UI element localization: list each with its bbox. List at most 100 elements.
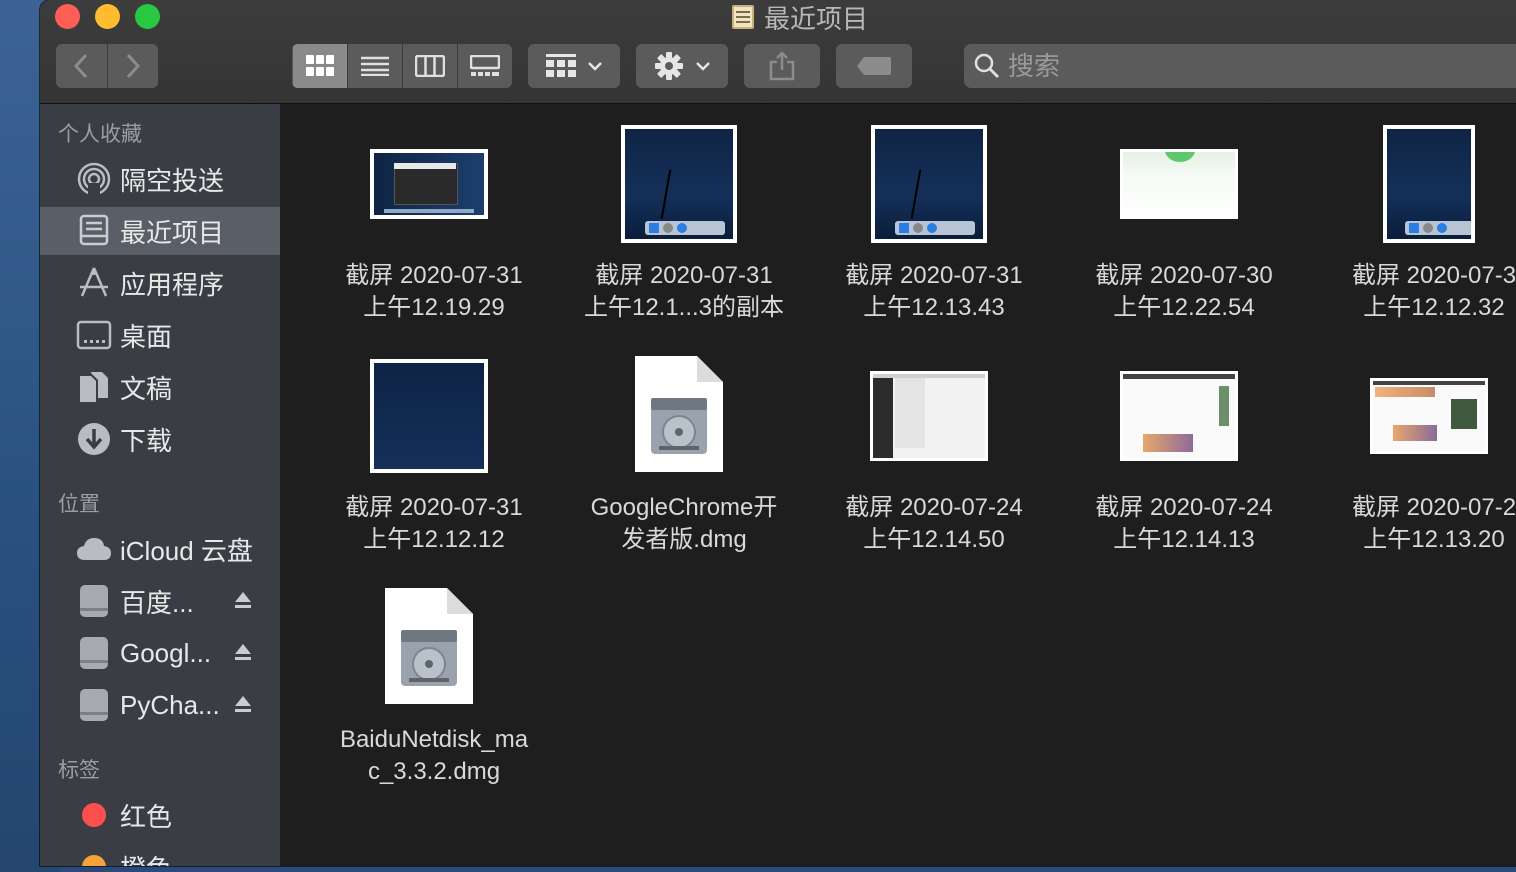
- group-grid-icon: [546, 54, 576, 77]
- chevron-right-icon: [126, 53, 140, 79]
- back-button[interactable]: [56, 44, 108, 88]
- file-thumbnail: [1309, 356, 1516, 476]
- list-view-button[interactable]: [348, 44, 403, 88]
- sidebar-section-tags: 标签: [58, 759, 100, 782]
- columns-icon: [414, 55, 445, 77]
- file-name: 截屏 2020-07-3 上午12.12.32: [1351, 262, 1516, 321]
- file-name: 截屏 2020-07-2 上午12.13.20: [1351, 494, 1516, 553]
- close-button[interactable]: [55, 4, 80, 29]
- applications-icon: [76, 265, 112, 301]
- tag-dot-icon: [76, 797, 112, 833]
- file-grid: 截屏 2020-07-31 上午12.19.29 截屏 2020-07-31 上…: [283, 104, 1516, 866]
- sidebar-item-pycharm-disk[interactable]: PyCha...: [40, 681, 280, 729]
- sidebar-item-downloads[interactable]: 下载: [40, 415, 280, 463]
- forward-button[interactable]: [108, 44, 159, 88]
- chevron-down-icon: [696, 62, 710, 71]
- eject-icon[interactable]: [234, 591, 252, 611]
- file-name: 截屏 2020-07-31 上午12.13.43: [845, 262, 1023, 321]
- gallery-view-button[interactable]: [458, 44, 512, 88]
- file-name: 截屏 2020-07-24 上午12.14.13: [1095, 494, 1273, 553]
- file-name: BaiduNetdisk_ma c_3.3.2.dmg: [339, 726, 529, 785]
- file-name: 截屏 2020-07-24 上午12.14.50: [845, 494, 1023, 553]
- list-icon: [360, 56, 389, 76]
- file-thumbnail: [809, 356, 1049, 476]
- share-button[interactable]: [744, 44, 820, 88]
- zoom-button[interactable]: [135, 4, 160, 29]
- chevron-down-icon: [588, 62, 602, 71]
- tag-dot-icon: [76, 849, 112, 866]
- file-name: GoogleChrome开 发者版.dmg: [590, 494, 778, 553]
- file-thumbnail: [559, 124, 799, 244]
- downloads-icon: [76, 421, 112, 457]
- disk-icon: [76, 687, 112, 723]
- dmg-file-icon: [559, 352, 799, 476]
- file-thumbnail: [809, 124, 1049, 244]
- sidebar-item-desktop[interactable]: 桌面: [40, 311, 280, 359]
- sidebar-item-label: iCloud 云盘: [120, 535, 253, 566]
- tag-icon: [857, 57, 891, 75]
- disk-icon: [76, 635, 112, 671]
- toolbar: 最近项目: [40, 0, 1516, 104]
- grid-icon: [305, 55, 334, 76]
- file-thumbnail: [1059, 124, 1299, 244]
- sidebar-item-tag-orange[interactable]: 橙色: [40, 843, 280, 866]
- sidebar-item-icloud[interactable]: iCloud 云盘: [40, 525, 280, 573]
- sidebar-item-label: 下载: [120, 425, 173, 456]
- tags-button[interactable]: [836, 44, 912, 88]
- file-name: 截屏 2020-07-31 上午12.1...3的副本: [583, 262, 785, 321]
- sidebar-section-favorites: 个人收藏: [58, 123, 142, 146]
- recents-icon: [732, 5, 754, 29]
- recents-icon: [76, 213, 112, 249]
- nav-buttons: [56, 44, 158, 88]
- disk-icon: [76, 583, 112, 619]
- file-thumbnail: [309, 124, 549, 244]
- gallery-icon: [469, 55, 500, 76]
- sidebar-item-applications[interactable]: 应用程序: [40, 259, 280, 307]
- group-button[interactable]: [528, 44, 620, 88]
- chevron-left-icon: [74, 53, 88, 79]
- sidebar-item-label: 橙色: [120, 849, 172, 867]
- file-thumbnail: [1309, 124, 1516, 244]
- sidebar-item-label: 最近项目: [120, 217, 225, 248]
- finder-window: 最近项目 搜索 个人收藏 隔空投送 最近项目 应用程序 桌面 文稿 下载 位置 …: [40, 0, 1516, 866]
- sidebar-item-label: 百度...: [120, 587, 194, 618]
- sidebar: 个人收藏 隔空投送 最近项目 应用程序 桌面 文稿 下载 位置 iCloud 云…: [40, 104, 280, 866]
- sidebar-item-google-disk[interactable]: Googl...: [40, 629, 280, 677]
- sidebar-section-locations: 位置: [58, 493, 100, 516]
- sidebar-item-label: 桌面: [120, 321, 173, 352]
- file-name: 截屏 2020-07-31 上午12.19.29: [345, 262, 523, 321]
- sidebar-item-recents[interactable]: 最近项目: [40, 207, 280, 255]
- desktop-icon: [76, 317, 112, 353]
- sidebar-item-label: PyCha...: [120, 689, 220, 720]
- file-thumbnail: [309, 356, 549, 476]
- sidebar-item-documents[interactable]: 文稿: [40, 363, 280, 411]
- minimize-button[interactable]: [95, 4, 120, 29]
- sidebar-item-airdrop[interactable]: 隔空投送: [40, 155, 280, 203]
- eject-icon[interactable]: [234, 643, 252, 663]
- action-button[interactable]: [636, 44, 728, 88]
- file-name: 截屏 2020-07-31 上午12.12.12: [345, 494, 523, 553]
- eject-icon[interactable]: [234, 695, 252, 715]
- search-field[interactable]: [964, 44, 1516, 88]
- sidebar-item-label: Googl...: [120, 637, 212, 668]
- file-name: 截屏 2020-07-30 上午12.22.54: [1095, 262, 1273, 321]
- search-icon: [974, 53, 999, 78]
- icon-view-button[interactable]: [292, 44, 348, 88]
- window-title-text: 最近项目: [764, 3, 869, 34]
- view-mode-control: [292, 44, 512, 88]
- sidebar-item-label: 红色: [120, 801, 173, 832]
- window-title: 最近项目: [730, 0, 868, 34]
- icloud-icon: [76, 531, 112, 567]
- file-thumbnail: [1059, 356, 1299, 476]
- sidebar-item-label: 隔空投送: [120, 165, 225, 196]
- gear-icon: [655, 52, 683, 80]
- documents-icon: [76, 369, 112, 405]
- sidebar-item-tag-red[interactable]: 红色: [40, 791, 280, 839]
- search-input[interactable]: [1006, 49, 1490, 83]
- sidebar-item-label: 文稿: [120, 373, 173, 404]
- sidebar-item-label: 应用程序: [120, 269, 225, 300]
- dmg-file-icon: [309, 584, 549, 708]
- column-view-button[interactable]: [403, 44, 458, 88]
- sidebar-item-baidu-disk[interactable]: 百度...: [40, 577, 280, 625]
- airdrop-icon: [76, 161, 112, 197]
